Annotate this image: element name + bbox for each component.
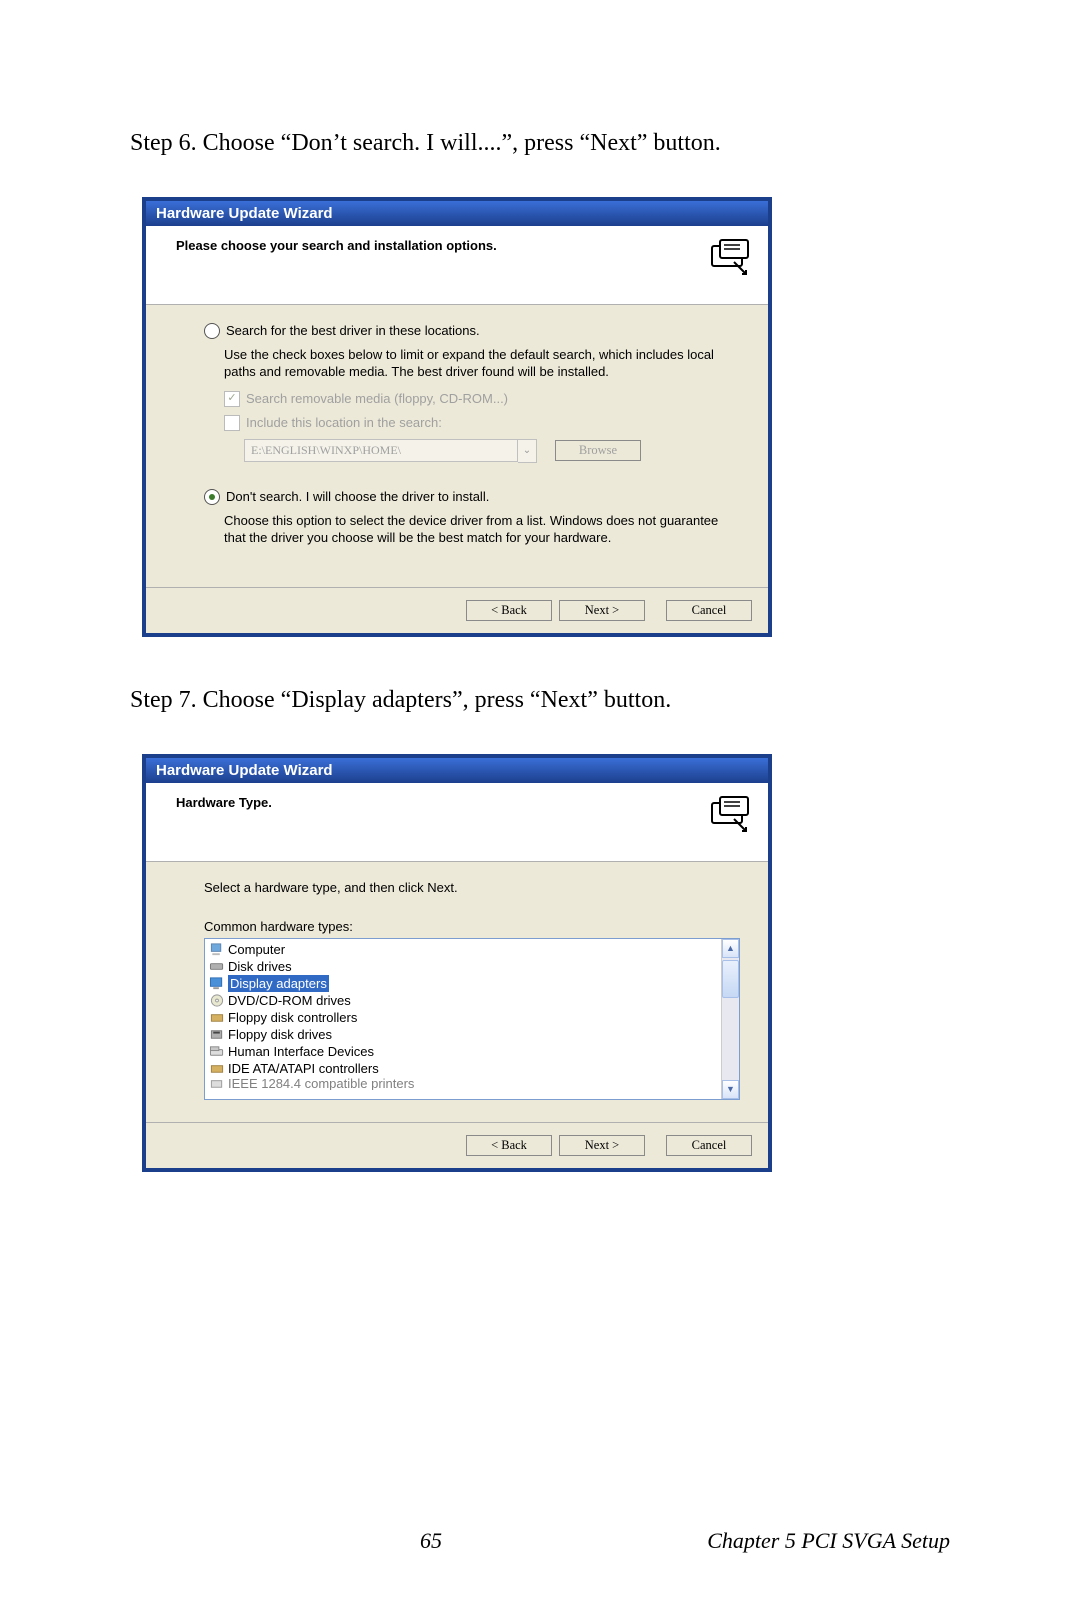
wizard-title: Hardware Update Wizard bbox=[146, 758, 768, 783]
wizard-heading: Hardware Type. bbox=[176, 795, 272, 810]
list-item[interactable]: IEEE 1284.4 compatible printers bbox=[209, 1077, 735, 1090]
cancel-button[interactable]: Cancel bbox=[666, 600, 752, 621]
floppy-controller-icon bbox=[209, 1010, 225, 1025]
browse-button: Browse bbox=[555, 440, 641, 461]
dvd-icon bbox=[209, 993, 225, 1008]
list-item[interactable]: Floppy disk controllers bbox=[209, 1009, 735, 1026]
dropdown-icon: ⌄ bbox=[518, 439, 537, 463]
scroll-thumb[interactable] bbox=[722, 960, 739, 998]
wizard-heading: Please choose your search and installati… bbox=[176, 238, 497, 253]
scrollbar[interactable]: ▲ ▼ bbox=[721, 939, 739, 1099]
back-button[interactable]: < Back bbox=[466, 600, 552, 621]
scroll-down-icon[interactable]: ▼ bbox=[722, 1080, 739, 1099]
display-icon bbox=[209, 976, 225, 991]
radio-label: Don't search. I will choose the driver t… bbox=[226, 489, 489, 504]
list-item[interactable]: Human Interface Devices bbox=[209, 1043, 735, 1060]
option1-help-text: Use the check boxes below to limit or ex… bbox=[224, 347, 740, 381]
disk-icon bbox=[209, 959, 225, 974]
hid-icon bbox=[209, 1044, 225, 1059]
option2-help-text: Choose this option to select the device … bbox=[224, 513, 740, 547]
step6-instruction: Step 6. Choose “Don’t search. I will....… bbox=[130, 130, 950, 157]
checkbox-label: Include this location in the search: bbox=[246, 415, 442, 430]
list-label: Common hardware types: bbox=[204, 919, 740, 934]
cancel-button[interactable]: Cancel bbox=[666, 1135, 752, 1156]
next-button[interactable]: Next > bbox=[559, 1135, 645, 1156]
list-item-selected[interactable]: Display adapters bbox=[209, 975, 735, 992]
list-item[interactable]: DVD/CD-ROM drives bbox=[209, 992, 735, 1009]
radio-dont-search[interactable] bbox=[204, 489, 220, 505]
path-input: E:\ENGLISH\WINXP\HOME\ bbox=[244, 439, 518, 462]
wizard-title: Hardware Update Wizard bbox=[146, 201, 768, 226]
back-button[interactable]: < Back bbox=[466, 1135, 552, 1156]
hardware-icon bbox=[708, 236, 752, 280]
checkbox-label: Search removable media (floppy, CD-ROM..… bbox=[246, 391, 508, 406]
printer-icon bbox=[209, 1077, 225, 1090]
ide-icon bbox=[209, 1061, 225, 1076]
list-item[interactable]: IDE ATA/ATAPI controllers bbox=[209, 1060, 735, 1077]
hardware-types-listbox[interactable]: Computer Disk drives Display adapters DV… bbox=[204, 938, 740, 1100]
hardware-update-wizard-step6: Hardware Update Wizard Please choose you… bbox=[142, 197, 772, 637]
computer-icon bbox=[209, 942, 225, 957]
instruction-text: Select a hardware type, and then click N… bbox=[204, 880, 740, 895]
hardware-update-wizard-step7: Hardware Update Wizard Hardware Type. Se… bbox=[142, 754, 772, 1172]
list-item[interactable]: Floppy disk drives bbox=[209, 1026, 735, 1043]
scroll-up-icon[interactable]: ▲ bbox=[722, 939, 739, 958]
list-item[interactable]: Disk drives bbox=[209, 958, 735, 975]
list-item[interactable]: Computer bbox=[209, 941, 735, 958]
step7-instruction: Step 7. Choose “Display adapters”, press… bbox=[130, 687, 950, 714]
hardware-icon bbox=[708, 793, 752, 837]
floppy-drive-icon bbox=[209, 1027, 225, 1042]
radio-label: Search for the best driver in these loca… bbox=[226, 323, 480, 338]
radio-search-best-driver[interactable] bbox=[204, 323, 220, 339]
checkbox-removable-media bbox=[224, 391, 240, 407]
chapter-title: Chapter 5 PCI SVGA Setup bbox=[707, 1528, 950, 1554]
next-button[interactable]: Next > bbox=[559, 600, 645, 621]
checkbox-include-location bbox=[224, 415, 240, 431]
page-number: 65 bbox=[420, 1528, 442, 1554]
